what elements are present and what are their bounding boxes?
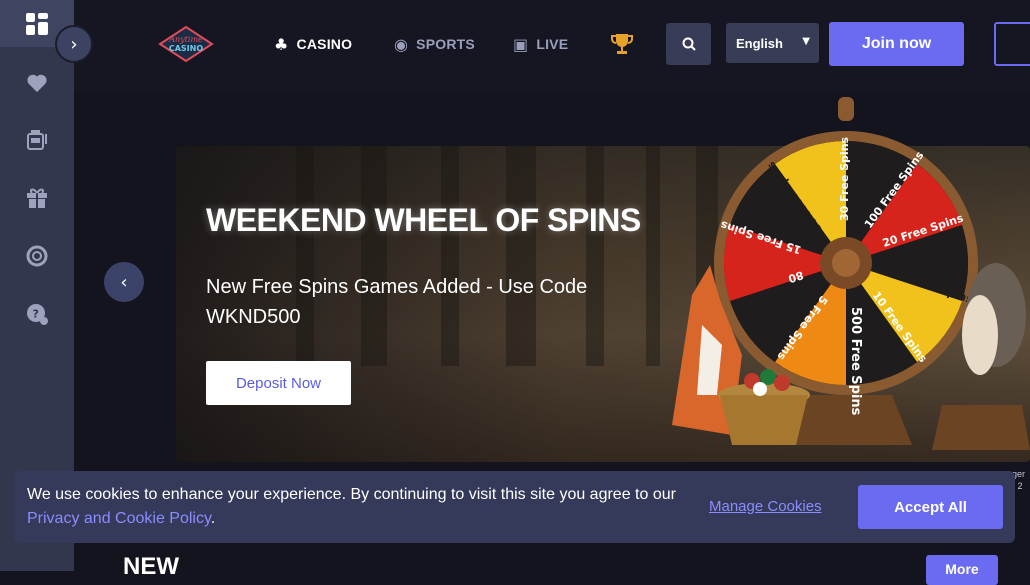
language-value: English [736,35,783,51]
wheel-segment-label: 30 Free Spins [838,136,851,221]
svg-text:Anytime: Anytime [168,35,203,44]
cookie-text: We use cookies to enhance your experienc… [27,486,676,503]
cookie-message: We use cookies to enhance your experienc… [27,483,677,531]
nav-casino[interactable]: ♣ CASINO [274,32,352,56]
dashboard-icon[interactable] [22,9,52,39]
ball-icon: ◉ [394,34,409,54]
chevron-right-icon[interactable]: › [55,25,93,63]
more-button[interactable]: More [926,555,998,585]
caret-down-icon: ▼ [802,36,810,47]
trophy-icon [611,34,633,54]
chevron-left-icon: ‹ [120,271,128,293]
nav-casino-label: CASINO [296,36,353,52]
language-select[interactable]: English ▼ [726,23,819,63]
svg-text:?: ? [33,308,39,321]
slot-machine-icon[interactable] [22,125,52,155]
lifebuoy-icon[interactable] [22,241,52,271]
login-button[interactable] [994,22,1030,66]
nav-sports[interactable]: ◉ SPORTS [394,32,475,56]
nav-live-label: LIVE [536,36,569,52]
gift-icon[interactable] [22,183,52,213]
hero-subtitle: New Free Spins Games Added - Use Code WK… [206,276,588,328]
nav-live[interactable]: ▣ LIVE [513,32,568,56]
carousel-prev-button[interactable]: ‹ [104,262,144,302]
hero-title: WEEKEND WHEEL OF SPINS [206,202,641,238]
deposit-now-button[interactable]: Deposit Now [206,361,351,405]
heart-icon[interactable] [22,68,52,98]
join-now-button[interactable]: Join now [829,22,964,66]
casino-logo[interactable]: Anytime CASINO [158,25,214,63]
section-title: NEW [123,553,179,580]
search-button[interactable] [666,23,711,65]
manage-cookies-link[interactable]: Manage Cookies [709,498,822,515]
nav-tournaments[interactable] [610,32,634,56]
cards-icon: ♣ [274,34,289,54]
search-icon [682,37,696,51]
cookie-text-end: . [210,510,216,527]
wheel-segment-label: 500 Free Spins [848,307,863,416]
privacy-policy-link[interactable]: Privacy and Cookie Policy [27,510,211,527]
svg-text:CASINO: CASINO [169,44,203,53]
accept-all-button[interactable]: Accept All [858,485,1003,529]
cookie-banner: We use cookies to enhance your experienc… [14,471,1015,543]
wheel-of-spins-illustration: 30 Free Spins 100 Free Spins 20 Free Spi… [672,97,1030,450]
live-icon: ▣ [513,34,529,54]
nav-sports-label: SPORTS [416,36,475,52]
help-chat-icon[interactable]: ? [22,299,52,329]
